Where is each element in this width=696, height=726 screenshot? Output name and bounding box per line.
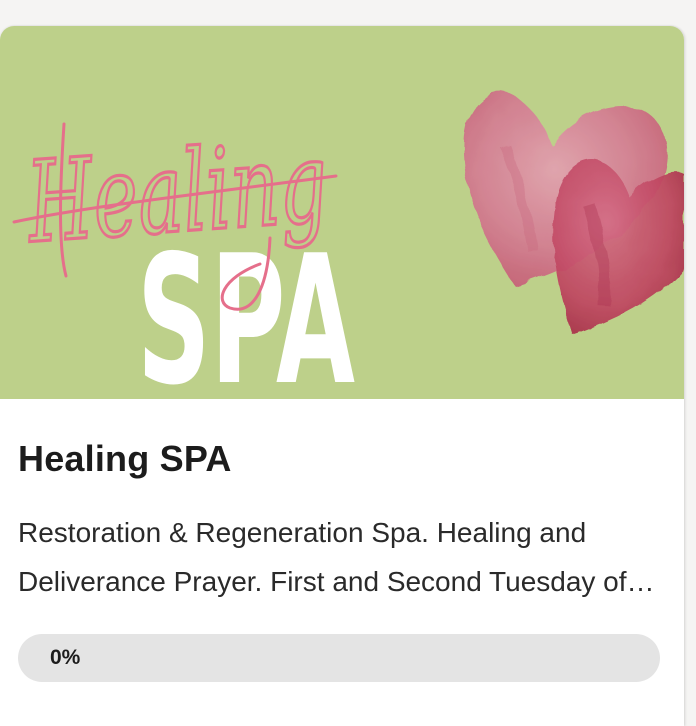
progress-percent-label: 0% [50,646,81,669]
course-title[interactable]: Healing SPA [18,438,232,480]
course-banner-image[interactable]: SPA Healing [0,26,684,399]
course-card[interactable]: SPA Healing Healing SPA Restoration & Re… [0,26,684,726]
banner-healing-script-text: Healing [22,118,332,269]
progress-bar: 0% [18,634,660,682]
course-description: Restoration & Regeneration Spa. Healing … [18,517,627,597]
progress-track [18,634,660,682]
